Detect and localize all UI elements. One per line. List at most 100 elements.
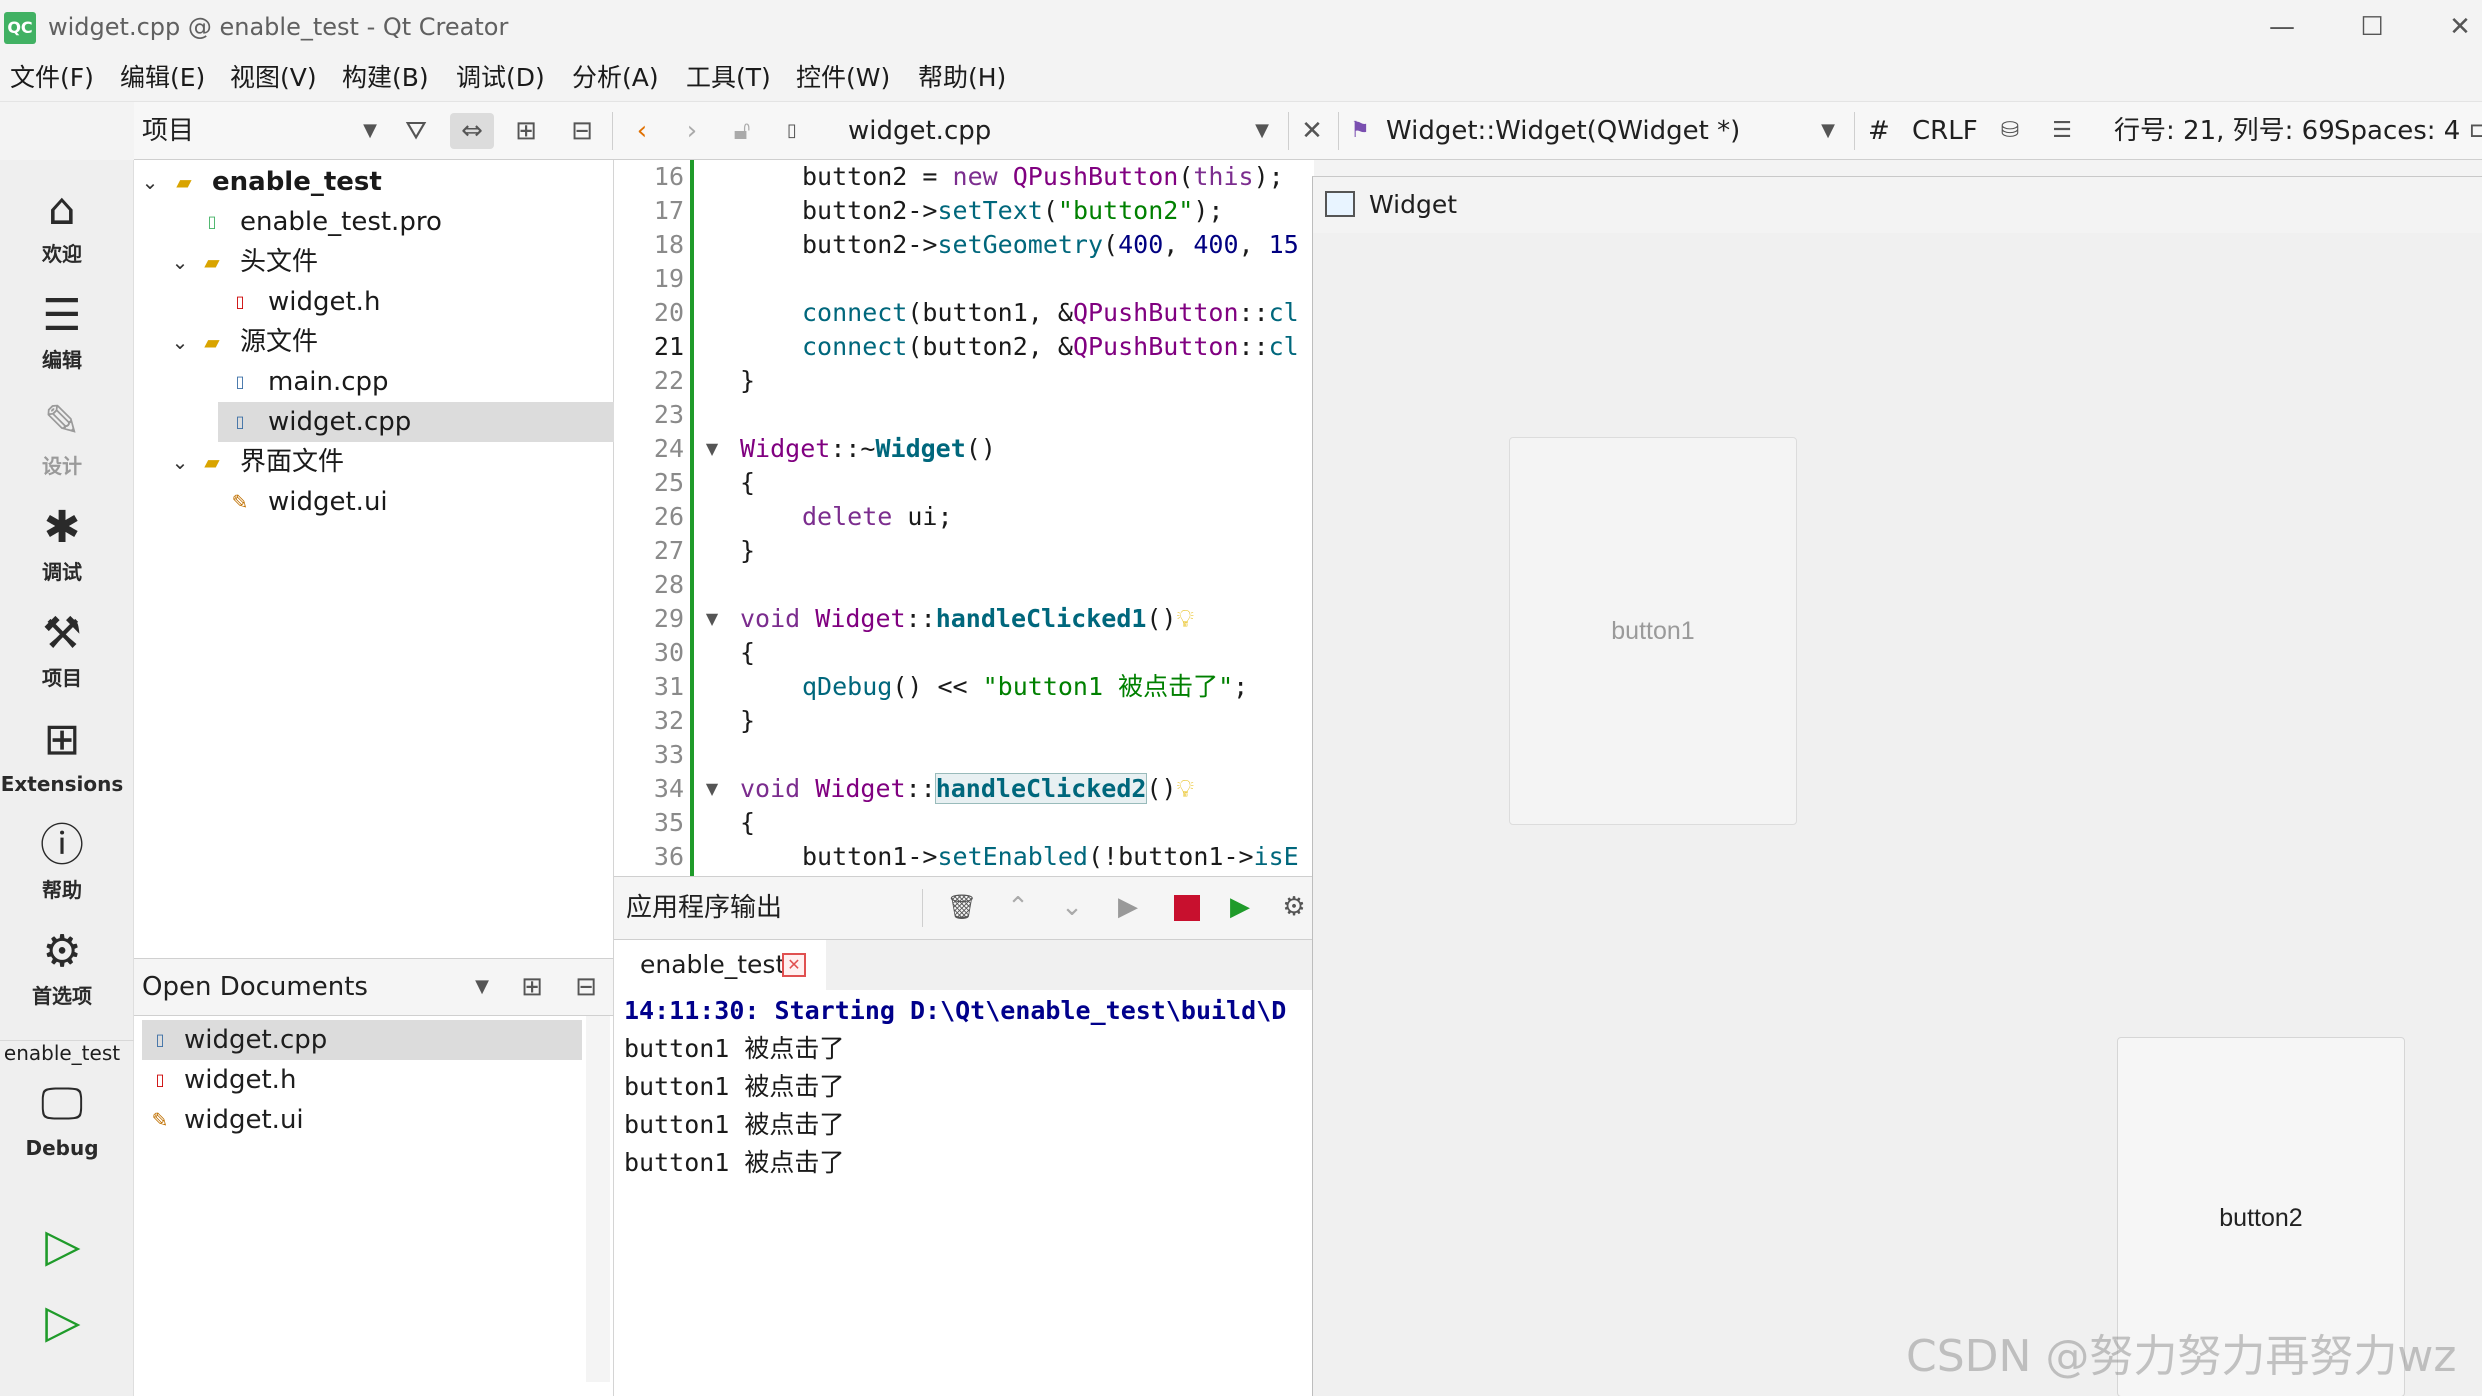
run-icon[interactable]: ▷: [36, 1218, 90, 1272]
mode-help[interactable]: ⓘ 帮助: [0, 816, 124, 904]
window-app-icon: [1325, 191, 1355, 217]
menu-analyze[interactable]: 分析(A): [572, 62, 659, 94]
scrollbar[interactable]: [586, 1016, 610, 1382]
chevron-down-icon[interactable]: ▼: [1244, 113, 1280, 149]
fold-arrow-icon[interactable]: ▼: [702, 602, 722, 636]
tree-item[interactable]: ▯ enable_test.pro: [134, 202, 614, 242]
menu-file[interactable]: 文件(F): [10, 62, 94, 94]
close-panel-icon[interactable]: ⊟: [568, 969, 604, 1005]
down-icon[interactable]: ⌄: [1054, 889, 1090, 925]
kit-selector[interactable]: 🖵︎ Debug: [0, 1074, 124, 1162]
close-icon[interactable]: ✕: [782, 953, 806, 977]
fold-arrow-icon[interactable]: ▼: [702, 772, 722, 806]
close-button[interactable]: ✕: [2440, 8, 2480, 46]
design-icon: ✎: [43, 396, 81, 447]
chevron-down-icon[interactable]: ⌄: [168, 442, 192, 482]
line-number: 35: [653, 808, 684, 837]
project-view-selector[interactable]: 项目: [142, 102, 194, 160]
debug-run-icon[interactable]: ▶: [1222, 889, 1258, 925]
menu-help[interactable]: 帮助(H): [918, 62, 1006, 94]
chevron-down-icon[interactable]: ⌄: [168, 242, 192, 282]
tree-item[interactable]: ▯ widget.cpp: [218, 402, 614, 442]
list-item[interactable]: ▯ widget.h: [142, 1060, 582, 1100]
tree-item[interactable]: ▯ main.cpp: [134, 362, 614, 402]
cpp-file-icon: ▯: [155, 1030, 165, 1049]
mode-welcome[interactable]: ⌂ 欢迎: [0, 180, 124, 268]
list-item[interactable]: ▯ widget.cpp: [142, 1020, 582, 1060]
open-file-tab[interactable]: widget.cpp: [848, 102, 991, 160]
split-icon[interactable]: ⊞: [514, 969, 550, 1005]
toolbar-separator: [1288, 112, 1289, 150]
open-documents-list: ▯ widget.cpp ▯ widget.h ✎ widget.ui: [134, 1016, 614, 1396]
lightbulb-icon[interactable]: 💡︎: [1177, 604, 1195, 633]
line-ending[interactable]: CRLF: [1912, 102, 1978, 160]
line-number: 34: [653, 774, 684, 803]
cursor-position[interactable]: 行号: 21, 列号: 69: [2114, 102, 2335, 160]
tree-item[interactable]: ⌄ ▰ 界面文件: [134, 442, 614, 482]
mode-design[interactable]: ✎ 设计: [0, 392, 124, 480]
mode-debug[interactable]: ✱ 调试: [0, 498, 124, 586]
split-view-icon[interactable]: ⊏: [2460, 113, 2482, 149]
chevron-down-icon[interactable]: ▼: [1810, 113, 1846, 149]
fold-arrow-icon[interactable]: ▼: [702, 432, 722, 466]
split-icon[interactable]: ⊞: [508, 113, 544, 149]
output-tab[interactable]: enable_test ✕: [614, 940, 826, 990]
toolbar-separator: [922, 889, 923, 927]
filter-icon[interactable]: ⛛: [398, 113, 434, 149]
help-icon: ⓘ: [40, 820, 84, 871]
code-line: button1->setEnabled(!button1->isE: [802, 842, 1299, 871]
button1[interactable]: button1: [1509, 437, 1797, 825]
tree-item[interactable]: ✎ widget.ui: [134, 482, 614, 522]
forward-icon[interactable]: ›: [674, 113, 710, 149]
menu-edit[interactable]: 编辑(E): [120, 62, 205, 94]
kit-project-label[interactable]: enable_test: [0, 1036, 124, 1070]
output-tabs: enable_test ✕: [614, 940, 1314, 990]
stop-icon[interactable]: [1174, 895, 1200, 921]
encoding-icon[interactable]: ⛁: [1992, 113, 2028, 149]
menu-build[interactable]: 构建(B): [342, 62, 429, 94]
document-icon[interactable]: ☰: [2044, 113, 2080, 149]
chevron-down-icon[interactable]: ▼: [352, 113, 388, 149]
indentation-setting[interactable]: Spaces: 4: [2334, 102, 2460, 160]
menu-view[interactable]: 视图(V): [230, 62, 317, 94]
minimize-button[interactable]: —: [2262, 8, 2302, 46]
menu-controls[interactable]: 控件(W): [796, 62, 890, 94]
menu-tools[interactable]: 工具(T): [686, 62, 771, 94]
trash-icon[interactable]: 🗑︎: [944, 889, 980, 925]
back-icon[interactable]: ‹: [624, 113, 660, 149]
close-panel-icon[interactable]: ⊟: [564, 113, 600, 149]
maximize-button[interactable]: ☐: [2352, 8, 2392, 46]
chevron-down-icon[interactable]: ⌄: [138, 162, 162, 202]
tree-item[interactable]: ⌄ ▰ 头文件: [134, 242, 614, 282]
tree-item[interactable]: ⌄ ▰ 源文件: [134, 322, 614, 362]
mode-extensions[interactable]: ⊞ Extensions: [0, 710, 124, 798]
settings-gear-icon[interactable]: ⚙: [1276, 889, 1312, 925]
tree-item[interactable]: ▯ widget.h: [134, 282, 614, 322]
widget-window-title: Widget: [1369, 190, 1458, 219]
output-line: button1 被点击了: [624, 1034, 845, 1063]
tree-label: 界面文件: [240, 447, 345, 477]
open-documents-title[interactable]: Open Documents: [142, 959, 368, 1015]
mode-projects[interactable]: ⚒ 项目: [0, 604, 124, 692]
output-line: button1 被点击了: [624, 1072, 845, 1101]
menu-debug[interactable]: 调试(D): [456, 62, 545, 94]
rerun-icon[interactable]: ▶: [1110, 889, 1146, 925]
up-icon[interactable]: ⌃: [1000, 889, 1036, 925]
tree-label: 源文件: [240, 327, 319, 357]
code-line: {: [740, 638, 756, 667]
close-file-icon[interactable]: ✕: [1294, 113, 1330, 149]
application-output[interactable]: 14:11:30: Starting D:\Qt\enable_test\bui…: [614, 990, 1314, 1396]
lightbulb-icon[interactable]: 💡︎: [1177, 774, 1195, 803]
link-icon[interactable]: ⇔: [450, 113, 494, 149]
code-editor[interactable]: 16 17 18 19 20 21 22 23 24 25 26 27 28 2…: [614, 160, 1314, 876]
symbol-selector[interactable]: Widget::Widget(QWidget *): [1386, 102, 1740, 160]
debug-run-icon[interactable]: ▷: [36, 1294, 90, 1348]
mode-edit[interactable]: ☰ 编辑: [0, 286, 124, 374]
chevron-down-icon[interactable]: ▼: [464, 969, 500, 1005]
mode-preferences[interactable]: ⚙ 首选项: [0, 922, 124, 1010]
source-folder-icon: ▰: [204, 330, 220, 354]
list-item[interactable]: ✎ widget.ui: [142, 1100, 582, 1140]
tree-item[interactable]: ⌄ ▰ enable_test: [134, 162, 614, 202]
watermark: CSDN @努力努力再努力wz: [1906, 1331, 2457, 1382]
chevron-down-icon[interactable]: ⌄: [168, 322, 192, 362]
